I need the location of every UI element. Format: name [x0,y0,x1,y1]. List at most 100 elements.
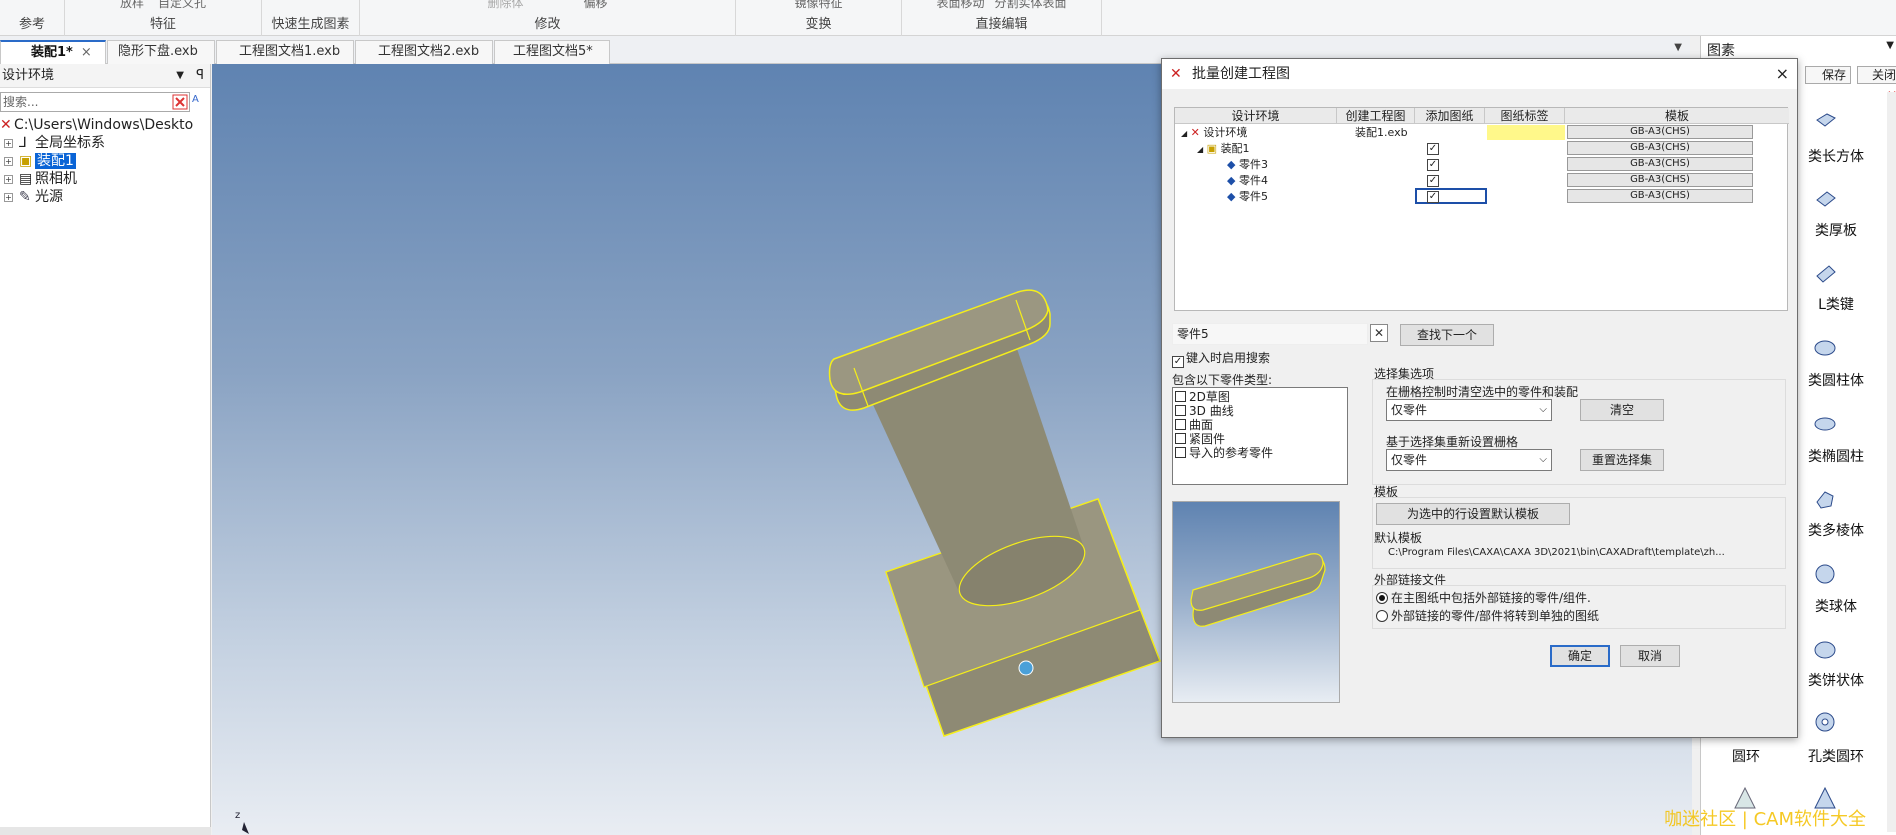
split-face-button[interactable]: 分割实体表面 [995,0,1067,10]
search-input[interactable]: 零件5 [1172,323,1368,345]
table-row[interactable]: ◢ ✕ 设计环境 [1181,125,1247,141]
ok-button[interactable]: 确定 [1550,645,1610,667]
checkbox[interactable] [1175,419,1186,430]
vertical-scrollbar[interactable] [1887,92,1896,832]
checkbox[interactable] [1175,447,1186,458]
search-on-type-checkbox[interactable]: ✓ [1172,356,1184,368]
shape-thick-plate[interactable]: 类厚板 [1801,222,1871,240]
shape-cuboid[interactable]: 类长方体 [1801,148,1871,166]
sheet-tag-cell[interactable] [1487,125,1565,140]
prism-icon[interactable] [1813,488,1837,512]
cuboid-icon[interactable] [1813,110,1837,134]
ribbon-group-feature[interactable]: 放样 自定义孔 特征 [65,0,262,36]
tree-search-input[interactable]: 搜索... [0,92,190,112]
clear-scope-select[interactable]: 仅零件 ⌵ [1386,399,1552,421]
delete-body-button[interactable]: 删除体 [487,0,523,10]
horizontal-scrollbar[interactable] [0,827,211,835]
pin-icon[interactable]: ꟼ [196,64,204,88]
collapse-icon[interactable]: ◢ [1197,145,1203,154]
ribbon-group-reference[interactable]: 参考 [0,0,65,36]
search-options-icon[interactable]: A [192,94,208,110]
tab-drawing5[interactable]: 工程图文档5* [494,40,610,64]
find-next-button[interactable]: 查找下一个 [1400,324,1494,346]
add-sheet-checkbox[interactable]: ✓ [1427,191,1439,203]
shape-disk[interactable]: 类饼状体 [1801,672,1871,690]
tab-assembly1[interactable]: 装配1* × [0,40,106,64]
elliptic-cylinder-icon[interactable] [1813,412,1837,436]
mirror-feature-button[interactable]: 镜像特征 [794,0,842,10]
grid-header-template[interactable]: 模板 [1565,108,1789,124]
focused-cell[interactable] [1415,188,1487,204]
offset-button[interactable]: 偏移 [584,0,608,10]
shape-prism[interactable]: 类多棱体 [1801,522,1871,540]
expand-icon[interactable]: + [4,174,13,184]
shape-hole-torus[interactable]: 孔类圆环 [1801,748,1871,766]
tab-drawing1[interactable]: 工程图文档1.exb [216,40,354,64]
add-sheet-checkbox[interactable]: ✓ [1427,159,1439,171]
clear-search-icon[interactable] [172,94,188,110]
custom-hole-button[interactable]: 自定义孔 [158,0,206,10]
save-button[interactable]: 保存 [1805,66,1851,84]
panel-dropdown-icon[interactable]: ▼ [176,64,184,88]
list-item[interactable]: 导入的参考零件 [1175,446,1273,460]
cancel-button[interactable]: 取消 [1620,645,1680,667]
thick-plate-icon[interactable] [1813,188,1837,212]
shape-sphere[interactable]: 类球体 [1801,598,1871,616]
panel-dropdown-icon[interactable]: ▼ [1886,40,1894,51]
radio-button[interactable] [1376,610,1388,622]
ribbon-group-transform[interactable]: 镜像特征 变换 [736,0,902,36]
table-row[interactable]: ◆ 零件5 [1227,189,1268,205]
key-icon[interactable] [1813,262,1837,286]
radio-separate-external[interactable]: 外部链接的零件/部件将转到单独的图纸 [1376,607,1599,624]
tree-item-camera[interactable]: + ▤ 照相机 [4,170,77,188]
cylinder-icon[interactable] [1813,336,1837,360]
shape-elliptic-cylinder[interactable]: 类椭圆柱 [1801,448,1871,466]
shape-key[interactable]: L类键 [1801,296,1871,314]
close-icon[interactable]: × [1776,59,1789,89]
grid-header-add-sheet[interactable]: 添加图纸 [1415,108,1485,124]
search-on-type-option[interactable]: ✓ 键入时启用搜索 [1172,349,1270,368]
add-sheet-checkbox[interactable]: ✓ [1427,175,1439,187]
face-move-button[interactable]: 表面移动 [936,0,984,10]
checkbox[interactable] [1175,433,1186,444]
template-button[interactable]: GB-A3(CHS) [1567,157,1753,171]
loft-button[interactable]: 放样 [120,0,144,10]
expand-icon[interactable]: + [4,192,13,202]
tab-drawing2[interactable]: 工程图文档2.exb [355,40,493,64]
reset-scope-select[interactable]: 仅零件 ⌵ [1386,449,1552,471]
checkbox[interactable] [1175,391,1186,402]
expand-icon[interactable]: + [4,138,13,148]
tree-item-assembly1[interactable]: + ▣ 装配1 [4,152,76,170]
template-button[interactable]: GB-A3(CHS) [1567,173,1753,187]
sphere-icon[interactable] [1813,562,1837,586]
set-default-template-button[interactable]: 为选中的行设置默认模板 [1376,503,1570,525]
template-button[interactable]: GB-A3(CHS) [1567,125,1753,139]
grid-header-create-drawing[interactable]: 创建工程图 [1337,108,1415,124]
list-item[interactable]: 3D 曲线 [1175,404,1234,418]
table-row[interactable]: ◢ ▣ 装配1 [1197,141,1250,157]
expand-icon[interactable]: + [4,156,13,166]
collapse-icon[interactable]: ◢ [1181,129,1187,138]
reset-selection-button[interactable]: 重置选择集 [1580,449,1664,471]
template-button[interactable]: GB-A3(CHS) [1567,141,1753,155]
close-library-button[interactable]: 关闭 [1857,66,1896,84]
grid-header-design-env[interactable]: 设计环境 [1175,108,1337,124]
tab-list-dropdown-icon[interactable]: ▼ [1674,42,1682,53]
list-item[interactable]: 曲面 [1175,418,1213,432]
table-row[interactable]: ◆ 零件3 [1227,157,1268,173]
radio-include-external[interactable]: 在主图纸中包括外部链接的零件/组件. [1376,589,1591,606]
hole-torus-icon[interactable] [1813,710,1837,734]
clear-search-icon[interactable]: ✕ [1370,324,1388,342]
tree-item-light[interactable]: + ✎ 光源 [4,188,63,206]
radio-button[interactable] [1376,592,1388,604]
tree-item-root[interactable]: ✕ C:\Users\Windows\Deskto [0,116,193,134]
grid-header-sheet-tag[interactable]: 图纸标签 [1485,108,1565,124]
close-icon[interactable]: × [81,45,92,60]
drawing-file-cell[interactable]: 装配1.exb [1355,125,1408,141]
list-item[interactable]: 2D草图 [1175,390,1230,404]
checkbox[interactable] [1175,405,1186,416]
add-sheet-checkbox[interactable]: ✓ [1427,143,1439,155]
tree-item-global-coord[interactable]: + ⅃ 全局坐标系 [4,134,105,152]
table-row[interactable]: ◆ 零件4 [1227,173,1268,189]
shape-cylinder[interactable]: 类圆柱体 [1801,372,1871,390]
